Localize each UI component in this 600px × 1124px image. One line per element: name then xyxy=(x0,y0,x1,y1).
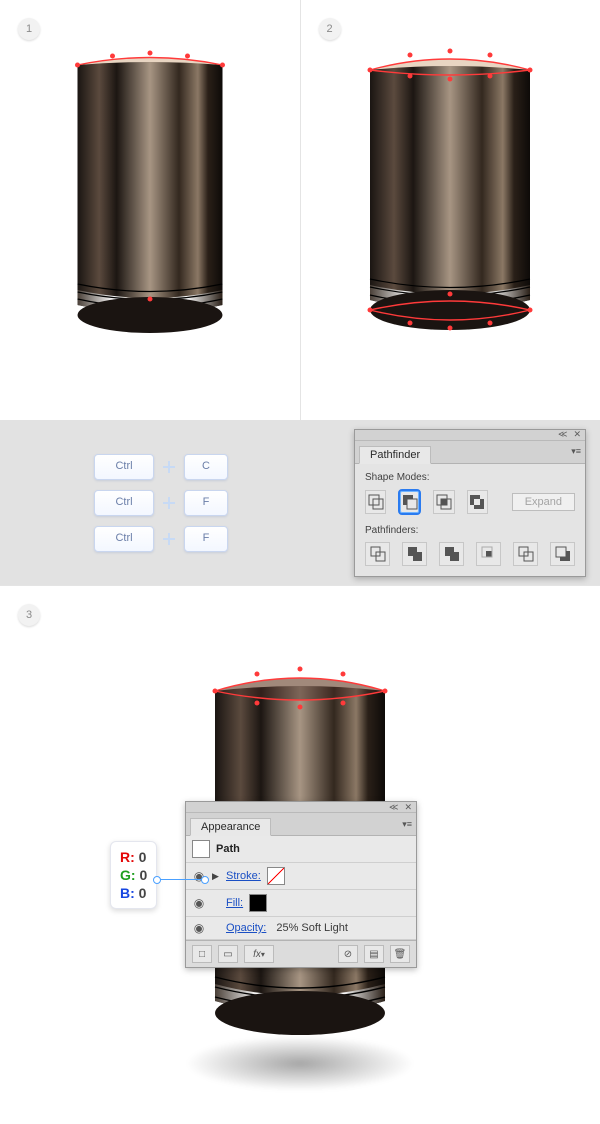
step-3-cell: 3 xyxy=(0,585,600,1111)
plus-icon xyxy=(162,532,176,546)
step-badge: 1 xyxy=(18,18,40,40)
cylinder-step-2 xyxy=(365,45,535,355)
shape-modes-row: Expand xyxy=(365,489,575,515)
merge-icon[interactable] xyxy=(439,542,464,566)
close-icon[interactable]: ✕ xyxy=(573,429,581,440)
path-thumb-icon xyxy=(192,840,210,858)
collapse-icon[interactable]: ≪ xyxy=(558,429,567,440)
close-icon[interactable]: ✕ xyxy=(404,802,412,813)
key-mod: Ctrl xyxy=(94,526,154,552)
plus-icon xyxy=(162,460,176,474)
opacity-value: 25% Soft Light xyxy=(276,922,348,934)
rgb-readout: R: 0 G: 0 B: 0 xyxy=(110,841,157,909)
key-letter: F xyxy=(184,490,228,516)
g-key: G: xyxy=(120,867,136,883)
step-badge: 3 xyxy=(18,604,40,626)
panel-titlebar: ≪ ✕ xyxy=(355,430,585,441)
minus-front-icon[interactable] xyxy=(398,489,421,515)
trim-icon[interactable] xyxy=(402,542,427,566)
intersect-icon[interactable] xyxy=(433,490,454,514)
no-selection-icon[interactable]: ⊘ xyxy=(338,945,358,963)
visibility-icon[interactable]: ◉ xyxy=(192,896,206,910)
key-mod: Ctrl xyxy=(94,490,154,516)
keyboard-shortcuts: Ctrl C Ctrl F Ctrl F xyxy=(94,454,228,552)
top-row: 1 xyxy=(0,0,600,420)
minus-back-icon[interactable] xyxy=(550,542,575,566)
stroke-label[interactable]: Stroke: xyxy=(226,870,261,882)
expand-button[interactable]: Expand xyxy=(512,493,575,511)
appearance-stroke-row[interactable]: ◉ ▶ Stroke: xyxy=(186,863,416,890)
panel-menu-icon[interactable]: ▾≡ xyxy=(571,446,581,457)
new-art-icon[interactable]: □ xyxy=(192,945,212,963)
visibility-icon[interactable]: ◉ xyxy=(192,921,206,935)
fill-swatch-icon[interactable] xyxy=(249,894,267,912)
divide-icon[interactable] xyxy=(365,542,390,566)
collapse-icon[interactable]: ≪ xyxy=(389,802,398,813)
b-val: 0 xyxy=(139,885,147,901)
appearance-fill-row[interactable]: ◉ ▶ Fill: xyxy=(186,890,416,917)
panel-tabbar: Pathfinder ▾≡ xyxy=(355,441,585,464)
tab-appearance[interactable]: Appearance xyxy=(190,818,271,836)
callout-connector xyxy=(160,879,202,880)
key-letter: F xyxy=(184,526,228,552)
tab-pathfinder[interactable]: Pathfinder xyxy=(359,446,431,464)
stroke-swatch-icon[interactable] xyxy=(267,867,285,885)
crop-icon[interactable] xyxy=(476,542,501,566)
r-key: R: xyxy=(120,849,135,865)
panel-tabbar: Appearance ▾≡ xyxy=(186,813,416,836)
path-label: Path xyxy=(216,843,240,855)
appearance-footer: □ ▭ fx▾ ⊘ ▤ 🗑 xyxy=(186,940,416,967)
key-mod: Ctrl xyxy=(94,454,154,480)
plus-icon xyxy=(162,496,176,510)
shape-modes-label: Shape Modes: xyxy=(365,472,575,483)
key-letter: C xyxy=(184,454,228,480)
r-val: 0 xyxy=(139,849,147,865)
new-appearance-icon[interactable]: ▤ xyxy=(364,945,384,963)
appearance-path-row: Path xyxy=(186,836,416,863)
trash-icon[interactable]: 🗑 xyxy=(390,945,410,963)
step-1-cell: 1 xyxy=(0,0,300,420)
fx-menu[interactable]: fx▾ xyxy=(244,945,274,963)
outline-icon[interactable] xyxy=(513,542,538,566)
duplicate-icon[interactable]: ▭ xyxy=(218,945,238,963)
opacity-label[interactable]: Opacity: xyxy=(226,922,266,934)
cylinder-step-1 xyxy=(72,45,227,355)
fill-label[interactable]: Fill: xyxy=(226,897,243,909)
step-2-cell: 2 xyxy=(301,0,600,420)
g-val: 0 xyxy=(139,867,147,883)
appearance-panel: ≪ ✕ Appearance ▾≡ Path ◉ ▶ Stroke: xyxy=(185,801,417,968)
pathfinders-label: Pathfinders: xyxy=(365,525,575,536)
panel-titlebar: ≪ ✕ xyxy=(186,802,416,813)
exclude-icon[interactable] xyxy=(467,490,488,514)
appearance-opacity-row[interactable]: ◉ Opacity: 25% Soft Light xyxy=(186,917,416,940)
expand-arrow-icon[interactable]: ▶ xyxy=(212,871,220,882)
unite-icon[interactable] xyxy=(365,490,386,514)
pathfinder-panel: ≪ ✕ Pathfinder ▾≡ Shape Modes: xyxy=(354,429,586,577)
shortcut-line: Ctrl C xyxy=(94,454,228,480)
shortcut-line: Ctrl F xyxy=(94,490,228,516)
pathfinders-row xyxy=(365,542,575,566)
b-key: B: xyxy=(120,885,135,901)
step-badge: 2 xyxy=(319,18,341,40)
shortcut-and-pathfinder-strip: Ctrl C Ctrl F Ctrl F xyxy=(0,420,600,585)
shortcut-line: Ctrl F xyxy=(94,526,228,552)
panel-menu-icon[interactable]: ▾≡ xyxy=(402,819,412,830)
